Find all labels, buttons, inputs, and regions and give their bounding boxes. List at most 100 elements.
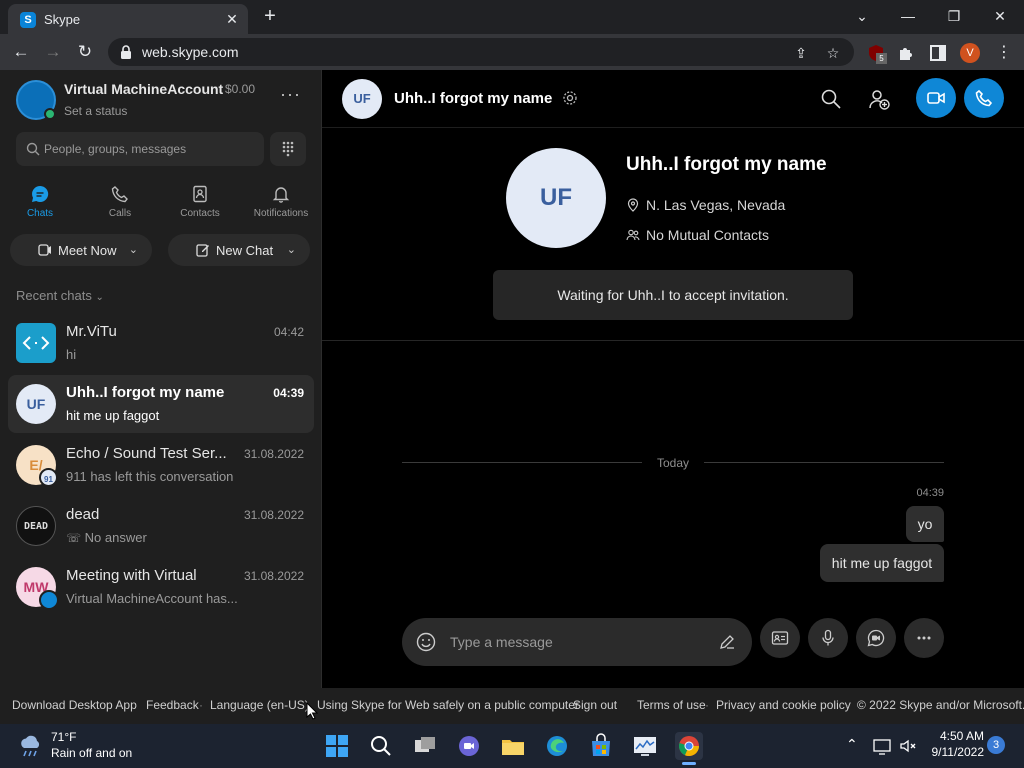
restore-button[interactable]: ❐	[940, 5, 968, 27]
recent-chats-header[interactable]: Recent chats ⌄	[16, 288, 104, 303]
dialpad-icon	[282, 141, 294, 157]
footer-link-download[interactable]: Download Desktop App	[12, 698, 137, 712]
conversation-title[interactable]: Uhh..I forgot my name	[394, 90, 552, 107]
file-explorer-icon[interactable]	[499, 732, 527, 760]
browser-tab[interactable]: S Skype ✕	[8, 4, 248, 34]
bookmark-star-icon[interactable]: ☆	[824, 44, 842, 62]
new-chat-button[interactable]: New Chat ⌄	[168, 234, 310, 266]
tab-chats[interactable]: Chats	[5, 182, 75, 222]
address-bar[interactable]: web.skype.com ⇪ ☆	[108, 38, 854, 66]
extensions-puzzle-icon[interactable]	[896, 43, 916, 63]
browser-tab-strip: S Skype ✕ + ⌄ — ❐ ✕	[0, 0, 1024, 34]
footer-link-sign-out[interactable]: Sign out	[573, 698, 617, 712]
chrome-browser-icon[interactable]	[675, 732, 703, 765]
volume-muted-icon[interactable]	[898, 736, 918, 756]
more-actions-button[interactable]	[904, 618, 944, 658]
footer-link-terms[interactable]: Terms of use	[637, 698, 706, 712]
edge-browser-icon[interactable]	[543, 732, 571, 760]
date-divider-line	[402, 462, 642, 463]
voice-message-button[interactable]	[808, 618, 848, 658]
footer-link-safety[interactable]: Using Skype for Web safely on a public c…	[317, 698, 579, 712]
notification-count-badge[interactable]: 3	[987, 736, 1005, 754]
contact-avatar[interactable]: UF	[342, 79, 382, 119]
new-tab-button[interactable]: +	[260, 6, 280, 26]
gear-icon[interactable]	[562, 90, 578, 106]
message-input[interactable]	[450, 618, 700, 666]
browser-toolbar: ← → ↻ web.skype.com ⇪ ☆ 5 V ⋮	[0, 34, 1024, 70]
profile-avatar-large[interactable]: UF	[506, 148, 606, 248]
share-icon[interactable]: ⇪	[792, 44, 810, 62]
profile-avatar-button[interactable]: V	[960, 43, 980, 63]
microphone-icon	[822, 629, 834, 646]
chat-preview: 911 has left this conversation	[66, 469, 234, 484]
close-window-button[interactable]: ✕	[986, 5, 1014, 27]
people-icon	[626, 229, 640, 241]
chat-time: 31.08.2022	[243, 569, 304, 583]
chat-item[interactable]: DEAD dead 31.08.2022 ☏ No answer	[8, 497, 314, 555]
chevron-down-icon: ⌄	[286, 244, 296, 256]
ublock-badge: 5	[876, 53, 887, 64]
weather-condition: Rain off and on	[51, 746, 133, 760]
add-people-icon[interactable]	[868, 88, 890, 110]
footer-link-feedback[interactable]: Feedback	[146, 698, 199, 712]
my-avatar[interactable]	[16, 80, 56, 120]
missed-call-icon: ☏	[66, 531, 82, 545]
microsoft-store-icon[interactable]	[587, 732, 615, 760]
browser-menu-kebab-icon[interactable]: ⋮	[994, 43, 1014, 63]
search-icon[interactable]	[367, 732, 395, 760]
meet-now-button[interactable]: Meet Now ⌄	[10, 234, 152, 266]
clock[interactable]: 4:50 AM 9/11/2022	[924, 728, 985, 760]
ublock-extension-icon[interactable]: 5	[866, 43, 887, 64]
video-message-button[interactable]	[856, 618, 896, 658]
back-arrow-icon[interactable]: ←	[10, 42, 32, 64]
emoji-icon[interactable]	[416, 632, 436, 652]
teams-chat-icon[interactable]	[455, 732, 483, 760]
tab-contacts[interactable]: Contacts	[165, 182, 235, 222]
close-tab-icon[interactable]: ✕	[224, 11, 240, 27]
chat-item[interactable]: Mr.ViTu 04:42 hi	[8, 314, 314, 372]
message-bubble[interactable]: hit me up faggot	[820, 544, 944, 582]
chat-preview: hit me up faggot	[66, 408, 160, 423]
footer-separator: ·	[845, 698, 849, 712]
tab-notifications[interactable]: Notifications	[246, 182, 316, 222]
set-status-link[interactable]: Set a status	[64, 104, 127, 118]
location-text: N. Las Vegas, Nevada	[646, 197, 786, 213]
footer-link-privacy[interactable]: Privacy and cookie policy	[716, 698, 851, 712]
chat-name: Echo / Sound Test Ser...	[66, 445, 227, 462]
tray-chevron-up-icon[interactable]: ⌃	[846, 736, 858, 753]
weather-widget[interactable]: 71°F Rain off and on	[18, 730, 178, 764]
chat-item[interactable]: MW Meeting with Virtual 31.08.2022 Virtu…	[8, 558, 314, 616]
profile-name[interactable]: Virtual MachineAccount	[64, 81, 223, 97]
minimize-button[interactable]: —	[894, 5, 922, 27]
audio-call-button[interactable]	[964, 78, 1004, 118]
video-call-button[interactable]	[916, 78, 956, 118]
recent-chats-label: Recent chats	[16, 288, 92, 303]
skype-credit-balance[interactable]: $0.00	[225, 82, 255, 96]
contacts-card-icon	[193, 185, 207, 203]
phone-icon	[975, 89, 993, 107]
footer-link-language[interactable]: Language (en-US)	[210, 698, 309, 712]
chat-item-active[interactable]: UF Uhh..I forgot my name 04:39 hit me up…	[8, 375, 314, 433]
message-composer[interactable]	[402, 618, 752, 666]
tab-search-chevron-icon[interactable]: ⌄	[848, 5, 876, 27]
send-contact-button[interactable]	[760, 618, 800, 658]
search-input[interactable]	[44, 132, 258, 166]
display-icon[interactable]	[872, 736, 892, 756]
side-panel-icon[interactable]	[928, 43, 948, 63]
search-box[interactable]	[16, 132, 264, 166]
forward-arrow-icon[interactable]: →	[42, 42, 64, 64]
windows-start-icon[interactable]	[323, 732, 351, 760]
message-bubble[interactable]: yo	[906, 506, 944, 542]
chat-preview: ☏ No answer	[66, 530, 306, 545]
tab-calls[interactable]: Calls	[85, 182, 155, 222]
reload-icon[interactable]: ↻	[74, 42, 96, 64]
task-view-icon[interactable]	[411, 732, 439, 760]
pen-draw-icon[interactable]	[718, 633, 736, 651]
online-status-dot	[44, 108, 56, 120]
chat-item[interactable]: E/ 91 Echo / Sound Test Ser... 31.08.202…	[8, 436, 314, 494]
dialpad-button[interactable]	[270, 132, 306, 166]
clock-date: 9/11/2022	[931, 745, 985, 759]
more-options-icon[interactable]: ···	[280, 85, 300, 108]
search-icon[interactable]	[820, 88, 842, 110]
system-monitor-icon[interactable]	[631, 732, 659, 760]
